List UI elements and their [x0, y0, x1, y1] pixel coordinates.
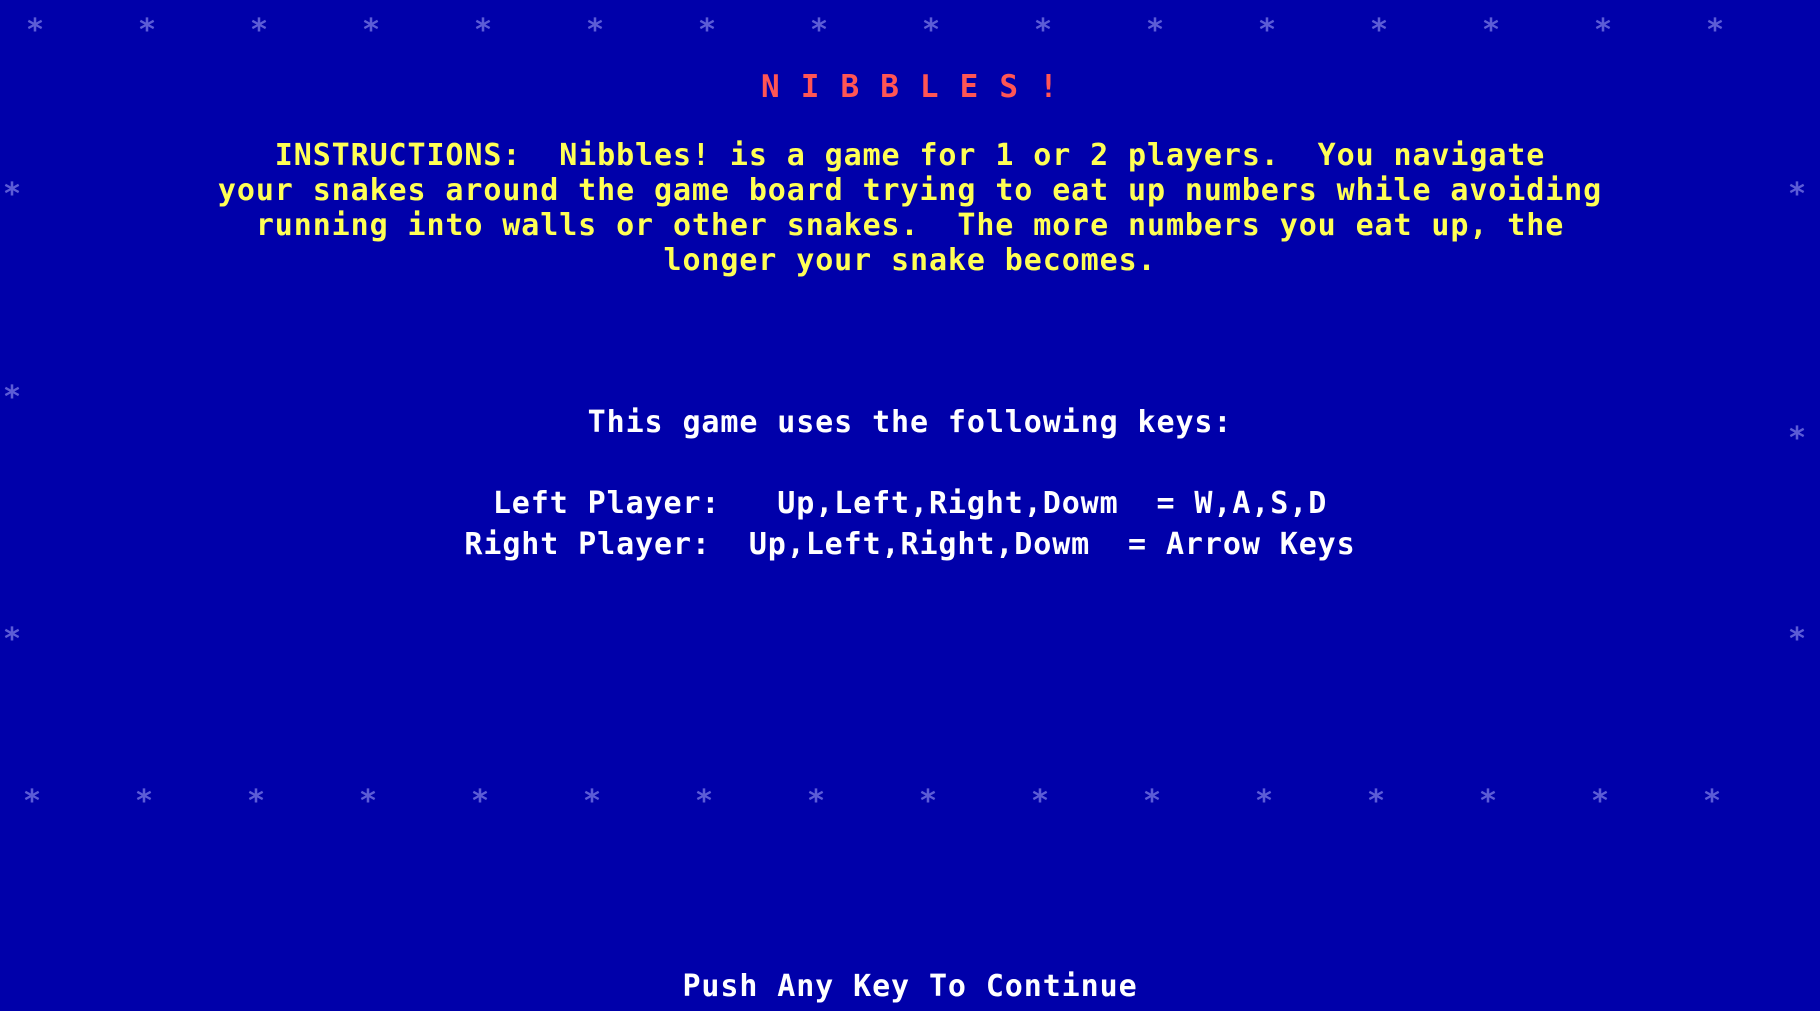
border-asterisk-top: * — [1145, 13, 1165, 48]
border-asterisk-bottom: * — [582, 784, 602, 819]
border-asterisk-top: * — [697, 13, 717, 48]
instructions-line-1: INSTRUCTIONS: Nibbles! is a game for 1 o… — [274, 138, 1546, 173]
keys-heading: This game uses the following keys: — [587, 405, 1233, 440]
border-asterisk-bottom: * — [246, 784, 266, 819]
border-asterisk-bottom: * — [470, 784, 490, 819]
instructions-line-4: longer your snake becomes. — [663, 243, 1157, 278]
border-asterisk-top: * — [1033, 13, 1053, 48]
border-asterisk-top: * — [809, 13, 829, 48]
border-asterisk-top: * — [1593, 13, 1613, 48]
nibbles-intro-screen: * * * * * * * * * * * * * * * * * * * * * * * * * * * * * * * * * * * * * * N… — [0, 0, 1820, 1011]
border-asterisk-top: * — [249, 13, 269, 48]
border-asterisk-top: * — [1705, 13, 1725, 48]
key-row-right-player: Right Player: Up,Left,Right,Dowm = Arrow… — [464, 527, 1356, 562]
border-asterisk-bottom: * — [22, 784, 42, 819]
border-asterisk-bottom: * — [358, 784, 378, 819]
border-asterisk-bottom: * — [1366, 784, 1386, 819]
continue-prompt[interactable]: Push Any Key To Continue — [0, 970, 1820, 1004]
border-asterisk-bottom: * — [806, 784, 826, 819]
instructions-line-3: running into walls or other snakes. The … — [255, 208, 1565, 243]
border-asterisk-bottom: * — [1254, 784, 1274, 819]
border-asterisk-bottom: * — [1590, 784, 1610, 819]
border-asterisk-left: * — [2, 622, 22, 657]
border-asterisk-bottom: * — [1478, 784, 1498, 819]
border-asterisk-top: * — [1369, 13, 1389, 48]
border-asterisk-bottom: * — [1702, 784, 1722, 819]
border-asterisk-top: * — [361, 13, 381, 48]
instructions-line-2: your snakes around the game board trying… — [217, 173, 1603, 208]
border-asterisk-bottom: * — [1030, 784, 1050, 819]
border-asterisk-top: * — [137, 13, 157, 48]
border-asterisk-top: * — [473, 13, 493, 48]
border-asterisk-top: * — [25, 13, 45, 48]
border-asterisk-top: * — [921, 13, 941, 48]
border-asterisk-bottom: * — [918, 784, 938, 819]
game-title: N I B B L E S ! — [761, 69, 1059, 105]
key-row-left-player: Left Player: Up,Left,Right,Dowm = W,A,S,… — [492, 486, 1328, 521]
border-asterisk-bottom: * — [134, 784, 154, 819]
border-asterisk-top: * — [1257, 13, 1277, 48]
border-asterisk-right: * — [1787, 622, 1807, 657]
border-asterisk-bottom: * — [694, 784, 714, 819]
border-asterisk-top: * — [585, 13, 605, 48]
border-asterisk-bottom: * — [1142, 784, 1162, 819]
border-asterisk-top: * — [1481, 13, 1501, 48]
